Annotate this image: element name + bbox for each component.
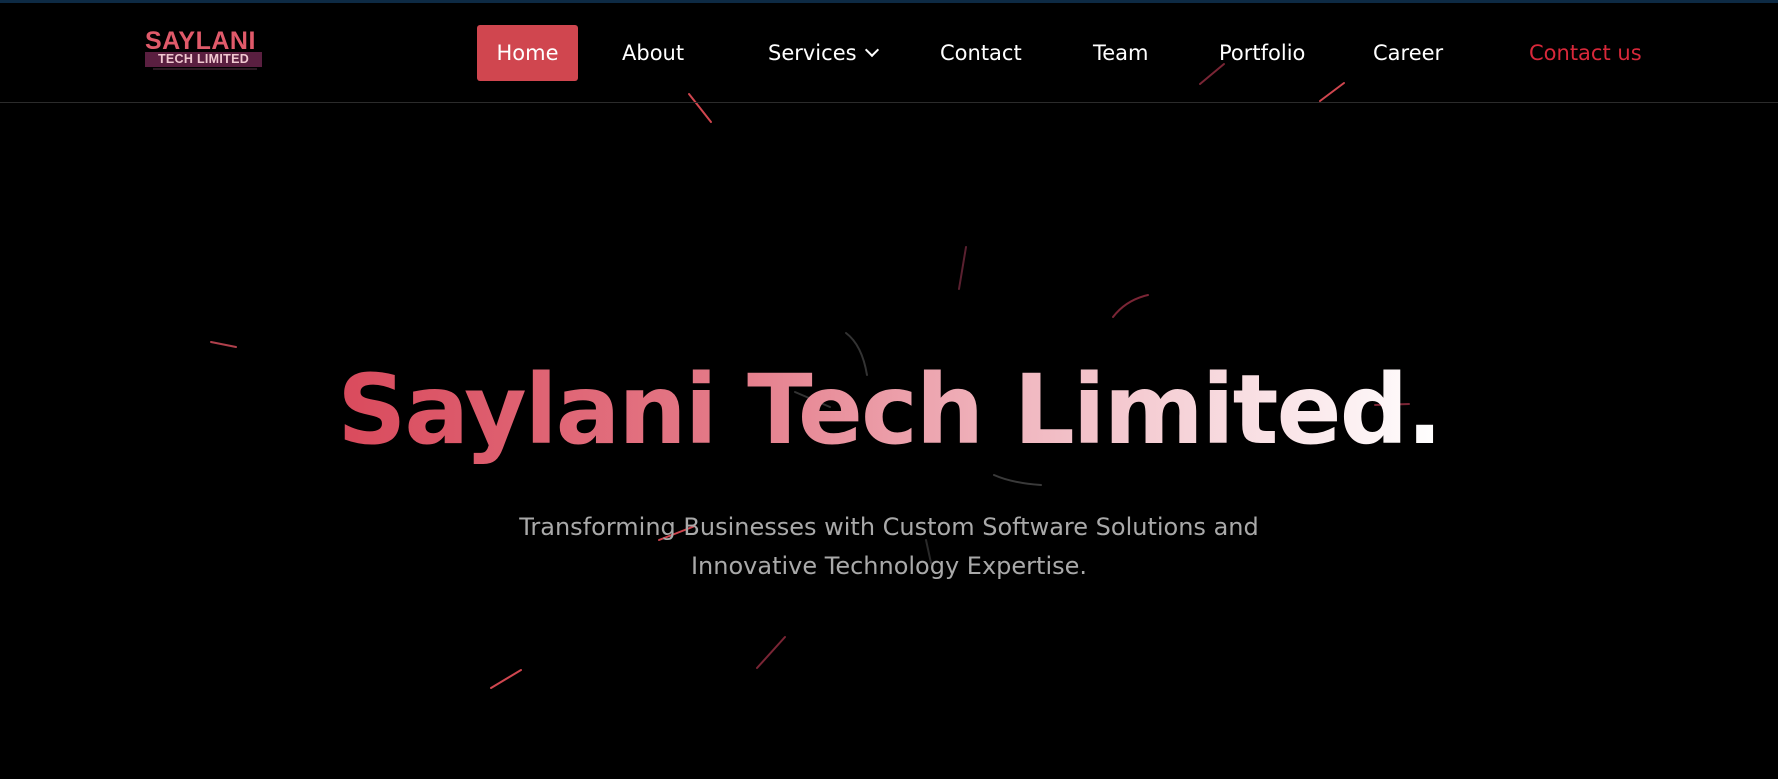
nav-team-link[interactable]: Team [1093,25,1149,81]
streak [993,474,1042,486]
navbar: SAYLANI TECH LIMITED Home About Services… [0,0,1778,103]
streak [1112,294,1149,318]
nav-about-link[interactable]: About [622,25,684,81]
nav-contact-link[interactable]: Contact [940,25,1022,81]
hero-subtitle-line-2: Innovative Technology Expertise. [690,552,1088,580]
hero-subtitle: Transforming Businesses with Custom Soft… [489,508,1289,586]
nav-services-label: Services [768,41,857,65]
streak [490,669,522,689]
nav-career-link[interactable]: Career [1373,25,1443,81]
hero-subtitle-line-1: Transforming Businesses with Custom Soft… [519,513,1259,541]
hero-title: Saylani Tech Limited. [0,350,1778,470]
logo-tagline-mark [153,68,257,70]
chevron-down-icon [864,42,879,58]
brand-logo[interactable]: SAYLANI TECH LIMITED [145,28,263,72]
hero-title-text: Saylani Tech Limited. [337,354,1443,466]
logo-wordmark-bottom: TECH LIMITED [145,52,262,67]
logo-wordmark-top: SAYLANI [145,27,256,55]
streak [958,246,967,290]
streak [756,636,786,669]
contact-us-link[interactable]: Contact us [1529,25,1642,81]
nav-home-link[interactable]: Home [477,25,578,81]
page: SAYLANI TECH LIMITED Home About Services… [0,0,1778,779]
nav-portfolio-link[interactable]: Portfolio [1219,25,1305,81]
nav-services-dropdown[interactable]: Services [768,25,879,81]
streak [210,341,237,348]
